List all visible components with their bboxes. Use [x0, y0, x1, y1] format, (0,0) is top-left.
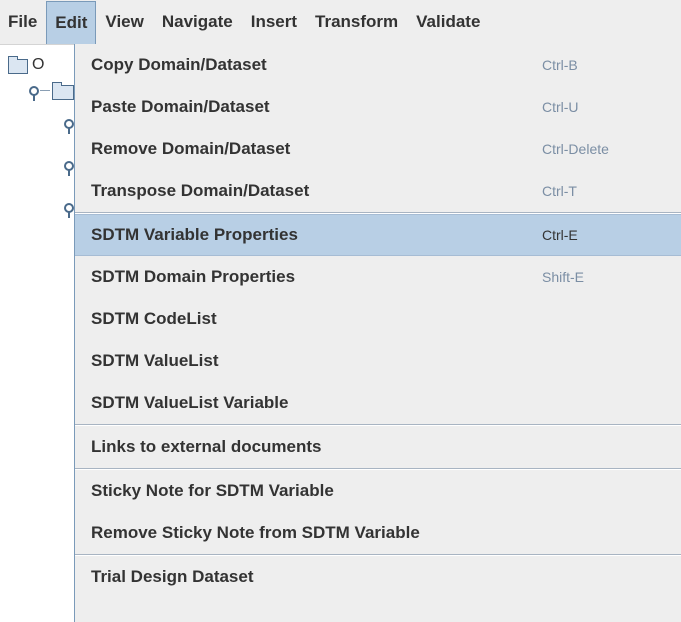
key-icon[interactable]: [64, 203, 74, 218]
menu-item-sdtm-domain-properties[interactable]: SDTM Domain Properties Shift-E: [75, 256, 681, 298]
menu-item-label: Remove Sticky Note from SDTM Variable: [91, 523, 420, 542]
menu-item-sdtm-valuelist[interactable]: SDTM ValueList: [75, 340, 681, 382]
menu-item-label: Transpose Domain/Dataset: [91, 181, 310, 200]
menu-file[interactable]: File: [0, 0, 46, 44]
menu-edit[interactable]: Edit: [46, 1, 97, 44]
menu-item-label: Remove Domain/Dataset: [91, 139, 291, 158]
key-icon[interactable]: [64, 161, 74, 176]
menu-item-label: SDTM Variable Properties: [91, 225, 298, 244]
edit-menu-dropdown: Copy Domain/Dataset Ctrl-B Paste Domain/…: [74, 44, 681, 622]
menu-item-shortcut: Ctrl-U: [542, 99, 579, 115]
menu-item-shortcut: Ctrl-B: [542, 57, 578, 73]
menu-item-label: Trial Design Dataset: [91, 567, 254, 586]
menu-item-label: Paste Domain/Dataset: [91, 97, 270, 116]
menu-item-sdtm-codelist[interactable]: SDTM CodeList: [75, 298, 681, 340]
menu-item-label: SDTM Domain Properties: [91, 267, 296, 286]
menu-item-copy-domain[interactable]: Copy Domain/Dataset Ctrl-B: [75, 44, 681, 86]
menu-item-sticky-note[interactable]: Sticky Note for SDTM Variable: [75, 470, 681, 512]
project-tree: O: [0, 45, 74, 622]
menu-view[interactable]: View: [96, 0, 152, 44]
menu-item-paste-domain[interactable]: Paste Domain/Dataset Ctrl-U: [75, 86, 681, 128]
menu-item-shortcut: Ctrl-T: [542, 183, 577, 199]
folder-icon[interactable]: [8, 56, 28, 74]
menu-item-sdtm-valuelist-variable[interactable]: SDTM ValueList Variable: [75, 382, 681, 424]
key-icon[interactable]: [29, 86, 39, 101]
menu-item-remove-domain[interactable]: Remove Domain/Dataset Ctrl-Delete: [75, 128, 681, 170]
menu-insert[interactable]: Insert: [242, 0, 306, 44]
folder-icon[interactable]: [52, 82, 74, 100]
menu-item-label: Copy Domain/Dataset: [91, 55, 267, 74]
menu-transform[interactable]: Transform: [306, 0, 407, 44]
menu-item-label: SDTM CodeList: [91, 309, 217, 328]
menu-navigate[interactable]: Navigate: [153, 0, 242, 44]
menu-item-transpose-domain[interactable]: Transpose Domain/Dataset Ctrl-T: [75, 170, 681, 212]
menu-item-label: SDTM ValueList: [91, 351, 219, 370]
menu-item-shortcut: Shift-E: [542, 269, 585, 285]
menu-item-shortcut: Ctrl-E: [542, 227, 578, 243]
menu-item-trial-design-dataset[interactable]: Trial Design Dataset: [75, 556, 681, 598]
menu-bar: File Edit View Navigate Insert Transform…: [0, 0, 681, 45]
menu-item-label: Links to external documents: [91, 437, 322, 456]
menu-item-links-external-documents[interactable]: Links to external documents: [75, 426, 681, 468]
menu-item-label: Sticky Note for SDTM Variable: [91, 481, 334, 500]
key-icon[interactable]: [64, 119, 74, 134]
tree-root-label[interactable]: O: [32, 56, 44, 74]
tree-connector: [40, 90, 50, 91]
menu-item-label: SDTM ValueList Variable: [91, 393, 289, 412]
menu-item-sdtm-variable-properties[interactable]: SDTM Variable Properties Ctrl-E: [75, 214, 681, 256]
menu-item-remove-sticky-note[interactable]: Remove Sticky Note from SDTM Variable: [75, 512, 681, 554]
menu-validate[interactable]: Validate: [407, 0, 489, 44]
menu-item-shortcut: Ctrl-Delete: [542, 141, 609, 157]
